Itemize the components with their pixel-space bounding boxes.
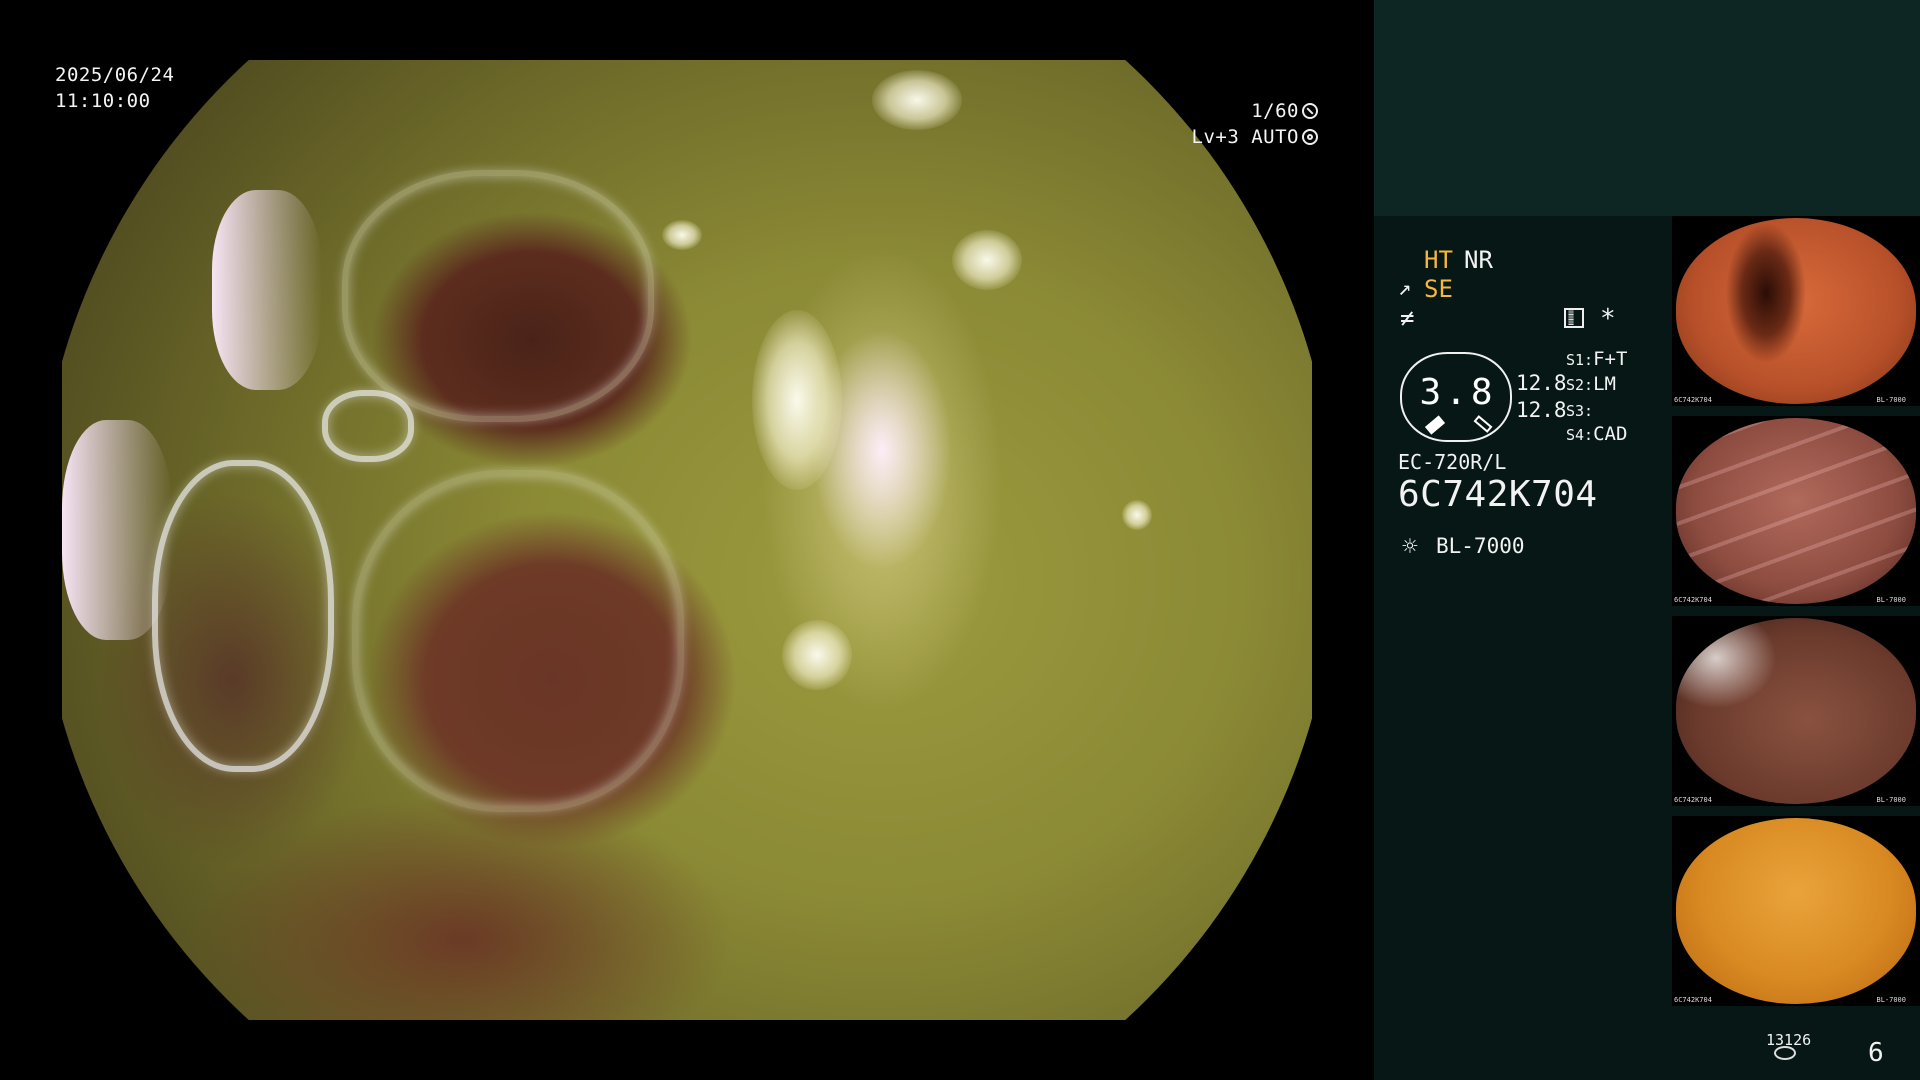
- setting-s1: S1:F+T: [1566, 348, 1628, 370]
- light-reflection: [782, 620, 852, 690]
- disk-icon: [1774, 1046, 1796, 1060]
- brightness-level: Lv+3 AUTO: [1191, 126, 1299, 148]
- bubble: [152, 460, 334, 772]
- thumbnail-image: [1676, 818, 1916, 1004]
- thumbnail-light: BL-7000: [1876, 396, 1906, 404]
- scope-icon: ↗: [1398, 276, 1412, 301]
- mode-ht: HT: [1424, 246, 1453, 274]
- magnification-gauge: 3.8: [1400, 352, 1512, 442]
- setting-s4: S4:CAD: [1566, 423, 1628, 445]
- thumbnail[interactable]: 6C742K704 BL-7000: [1672, 616, 1920, 806]
- thumbnail[interactable]: 6C742K704 BL-7000: [1672, 216, 1920, 406]
- thumbnail-label: 6C742K704: [1674, 996, 1712, 1004]
- thumbnail-label: 6C742K704: [1674, 796, 1712, 804]
- mode-nr: NR: [1464, 246, 1493, 274]
- date-label: 2025/06/24: [55, 64, 175, 86]
- thumbnail[interactable]: 6C742K704 BL-7000: [1672, 816, 1920, 1006]
- thumbnail-light: BL-7000: [1876, 796, 1906, 804]
- time-label: 11:10:00: [55, 90, 151, 112]
- thumbnail-image: [1676, 218, 1916, 404]
- aperture-icon: [1302, 103, 1318, 119]
- light-reflection: [1122, 500, 1152, 530]
- bubble: [342, 170, 654, 422]
- bubble: [352, 470, 684, 812]
- gauge-value: 3.8: [1419, 372, 1497, 413]
- slash-icon: ≠: [1400, 304, 1415, 332]
- gauge-marker: [1424, 415, 1446, 435]
- thumbnail-label: 6C742K704: [1674, 396, 1712, 404]
- thumbnail-image: [1676, 418, 1916, 604]
- light-source: BL-7000: [1436, 534, 1525, 558]
- document-icon: ≡ ≡ ≡: [1564, 308, 1584, 329]
- scope-model: EC-720R/L: [1398, 450, 1507, 474]
- scope-serial: 6C742K704: [1398, 474, 1598, 515]
- thumbnail[interactable]: 6C742K704 BL-7000: [1672, 416, 1920, 606]
- setting-s3: S3:: [1566, 402, 1594, 420]
- star-icon: *: [1600, 304, 1616, 334]
- thumbnail-light: BL-7000: [1876, 996, 1906, 1004]
- setting-s2: S2:LM: [1566, 373, 1616, 395]
- value-1: 12.8: [1516, 371, 1567, 395]
- mode-se: SE: [1424, 275, 1453, 303]
- shutter-speed: 1/60: [1251, 100, 1299, 122]
- gauge-marker: [1473, 415, 1493, 433]
- info-panel: HT NR ↗ SE ≠ ≡ ≡ ≡ * 3.8 12.8 12.8 S1:F+T …: [1374, 216, 1920, 1080]
- sun-icon: ☼: [1402, 532, 1418, 562]
- light-reflection: [952, 230, 1022, 290]
- thumbnail-light: BL-7000: [1876, 596, 1906, 604]
- light-reflection: [872, 70, 962, 130]
- value-2: 12.8: [1516, 398, 1567, 422]
- panel-header: [1374, 0, 1920, 216]
- light-reflection: [662, 220, 702, 250]
- bubble: [322, 390, 414, 462]
- endoscope-view: [62, 60, 1312, 1020]
- page-number: 6: [1868, 1038, 1884, 1068]
- iris-icon: [1302, 129, 1318, 145]
- datetime: 2025/06/24 11:10:00: [55, 62, 174, 114]
- edge-glare: [212, 190, 322, 390]
- thumbnail-label: 6C742K704: [1674, 596, 1712, 604]
- thumbnail-image: [1676, 618, 1916, 804]
- light-reflection: [752, 310, 842, 490]
- exposure-info: 1/60 Lv+3 AUTO: [1192, 98, 1318, 150]
